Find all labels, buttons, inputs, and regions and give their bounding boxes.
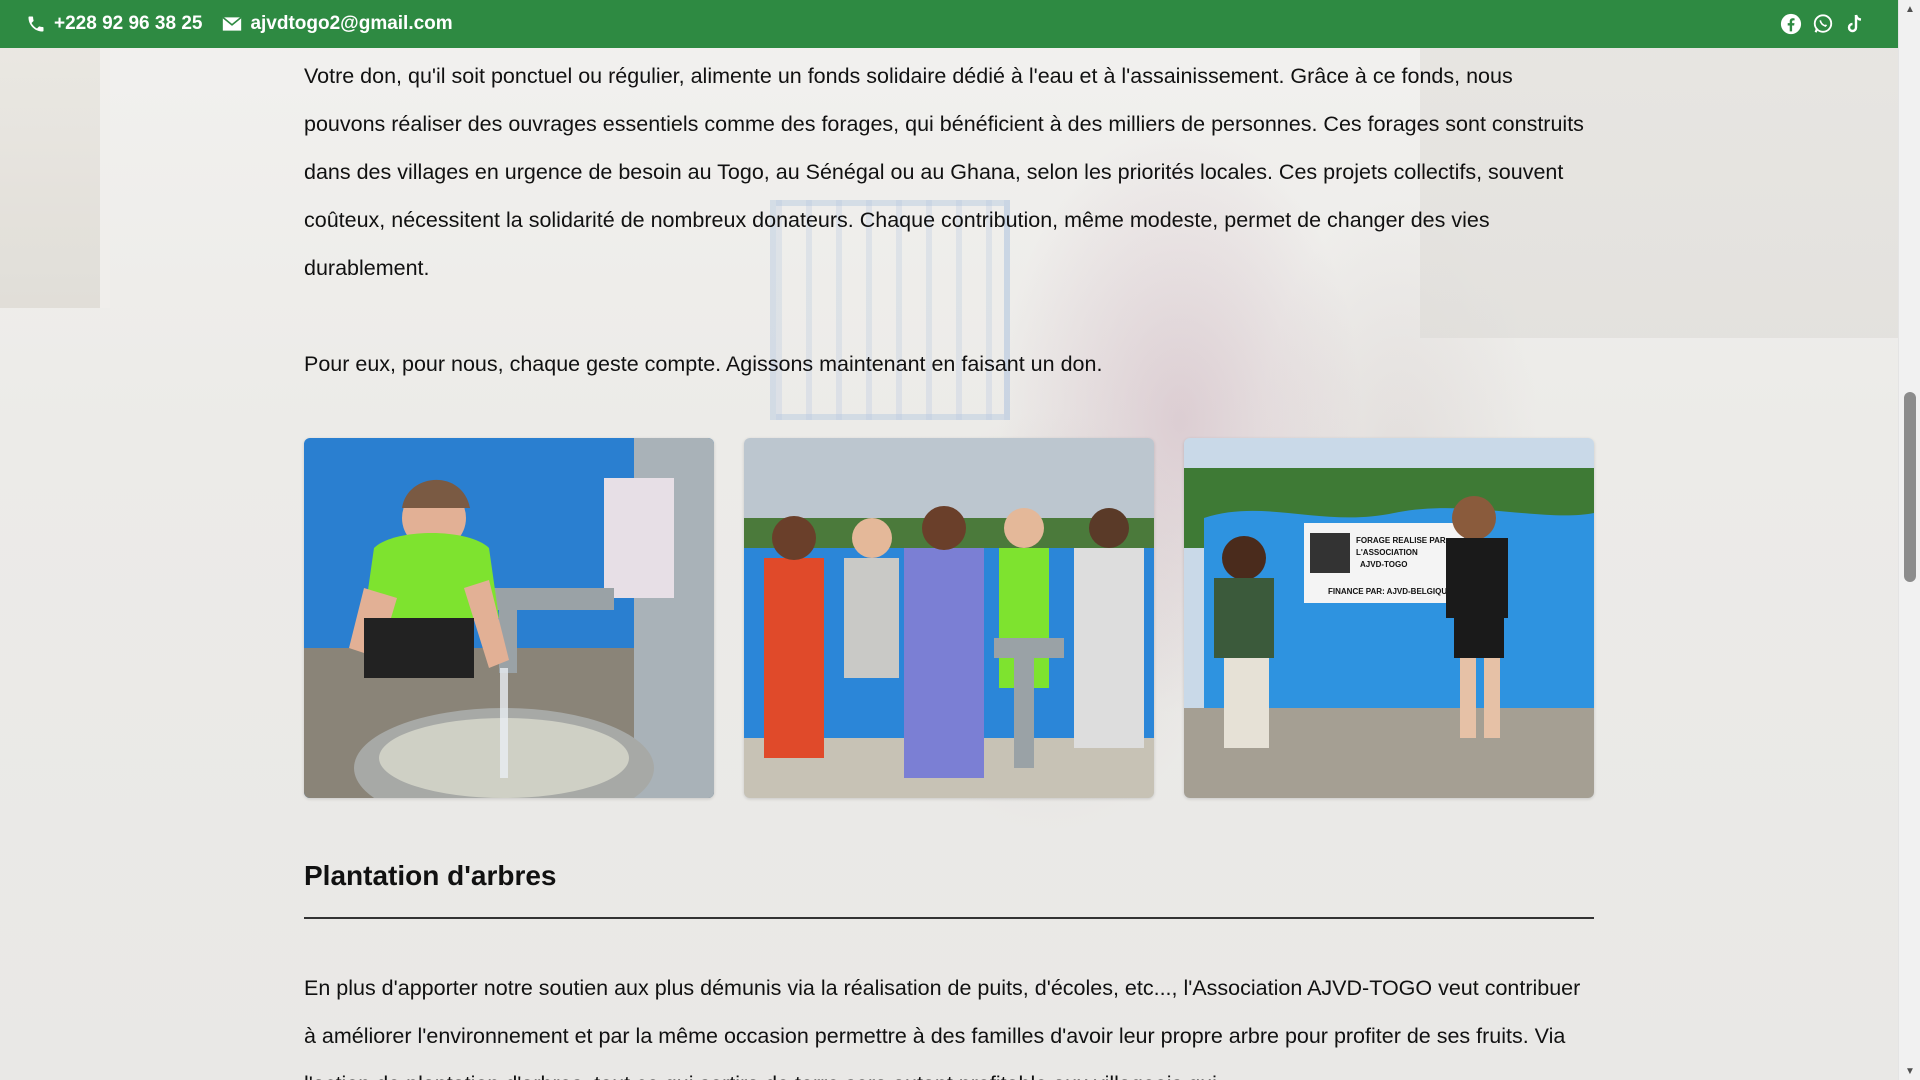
scroll-down-arrow-icon[interactable]: ▼ bbox=[1899, 1062, 1920, 1080]
section-divider bbox=[304, 917, 1594, 919]
photo-sign-forage[interactable]: FORAGE REALISE PAR L'ASSOCIATION AJVD-TO… bbox=[1184, 438, 1594, 798]
background-door bbox=[0, 48, 110, 308]
photo-gallery: FORAGE REALISE PAR L'ASSOCIATION AJVD-TO… bbox=[304, 438, 1594, 798]
email-link[interactable]: ajvdtogo2@gmail.com bbox=[222, 13, 453, 35]
sign-line-2: L'ASSOCIATION bbox=[1356, 548, 1418, 557]
envelope-icon bbox=[222, 16, 243, 31]
sign-line-1: FORAGE REALISE PAR bbox=[1356, 536, 1446, 545]
phone-link[interactable]: +228 92 96 38 25 bbox=[26, 13, 202, 35]
sign-line-4: FINANCE PAR: AJVD-BELGIQUE bbox=[1328, 587, 1453, 596]
scroll-up-arrow-icon[interactable]: ▲ bbox=[1899, 0, 1920, 18]
phone-icon bbox=[28, 16, 44, 32]
scrollbar-thumb[interactable] bbox=[1904, 392, 1916, 582]
plantation-paragraph: En plus d'apporter notre soutien aux plu… bbox=[304, 976, 1581, 1080]
vertical-scrollbar[interactable]: ▲ ▼ bbox=[1898, 0, 1920, 1080]
social-links bbox=[1780, 13, 1866, 35]
phone-number: +228 92 96 38 25 bbox=[54, 13, 203, 34]
main-content: Votre don, qu'il soit ponctuel ou réguli… bbox=[304, 48, 1594, 1080]
call-to-action-paragraph: Pour eux, pour nous, chaque geste compte… bbox=[304, 352, 1103, 376]
sign-line-3: AJVD-TOGO bbox=[1360, 560, 1407, 569]
whatsapp-icon[interactable] bbox=[1812, 13, 1834, 35]
photo-group-celebrating-pump[interactable] bbox=[744, 438, 1154, 798]
donation-paragraph: Votre don, qu'il soit ponctuel ou réguli… bbox=[304, 64, 1584, 280]
section-title-plantation: Plantation d'arbres bbox=[304, 860, 557, 891]
top-contact-bar: +228 92 96 38 25 ajvdtogo2@gmail.com bbox=[0, 0, 1898, 48]
photo-woman-drinking-water[interactable] bbox=[304, 438, 714, 798]
tiktok-icon[interactable] bbox=[1844, 13, 1866, 35]
facebook-icon[interactable] bbox=[1780, 13, 1802, 35]
email-address: ajvdtogo2@gmail.com bbox=[250, 13, 453, 34]
